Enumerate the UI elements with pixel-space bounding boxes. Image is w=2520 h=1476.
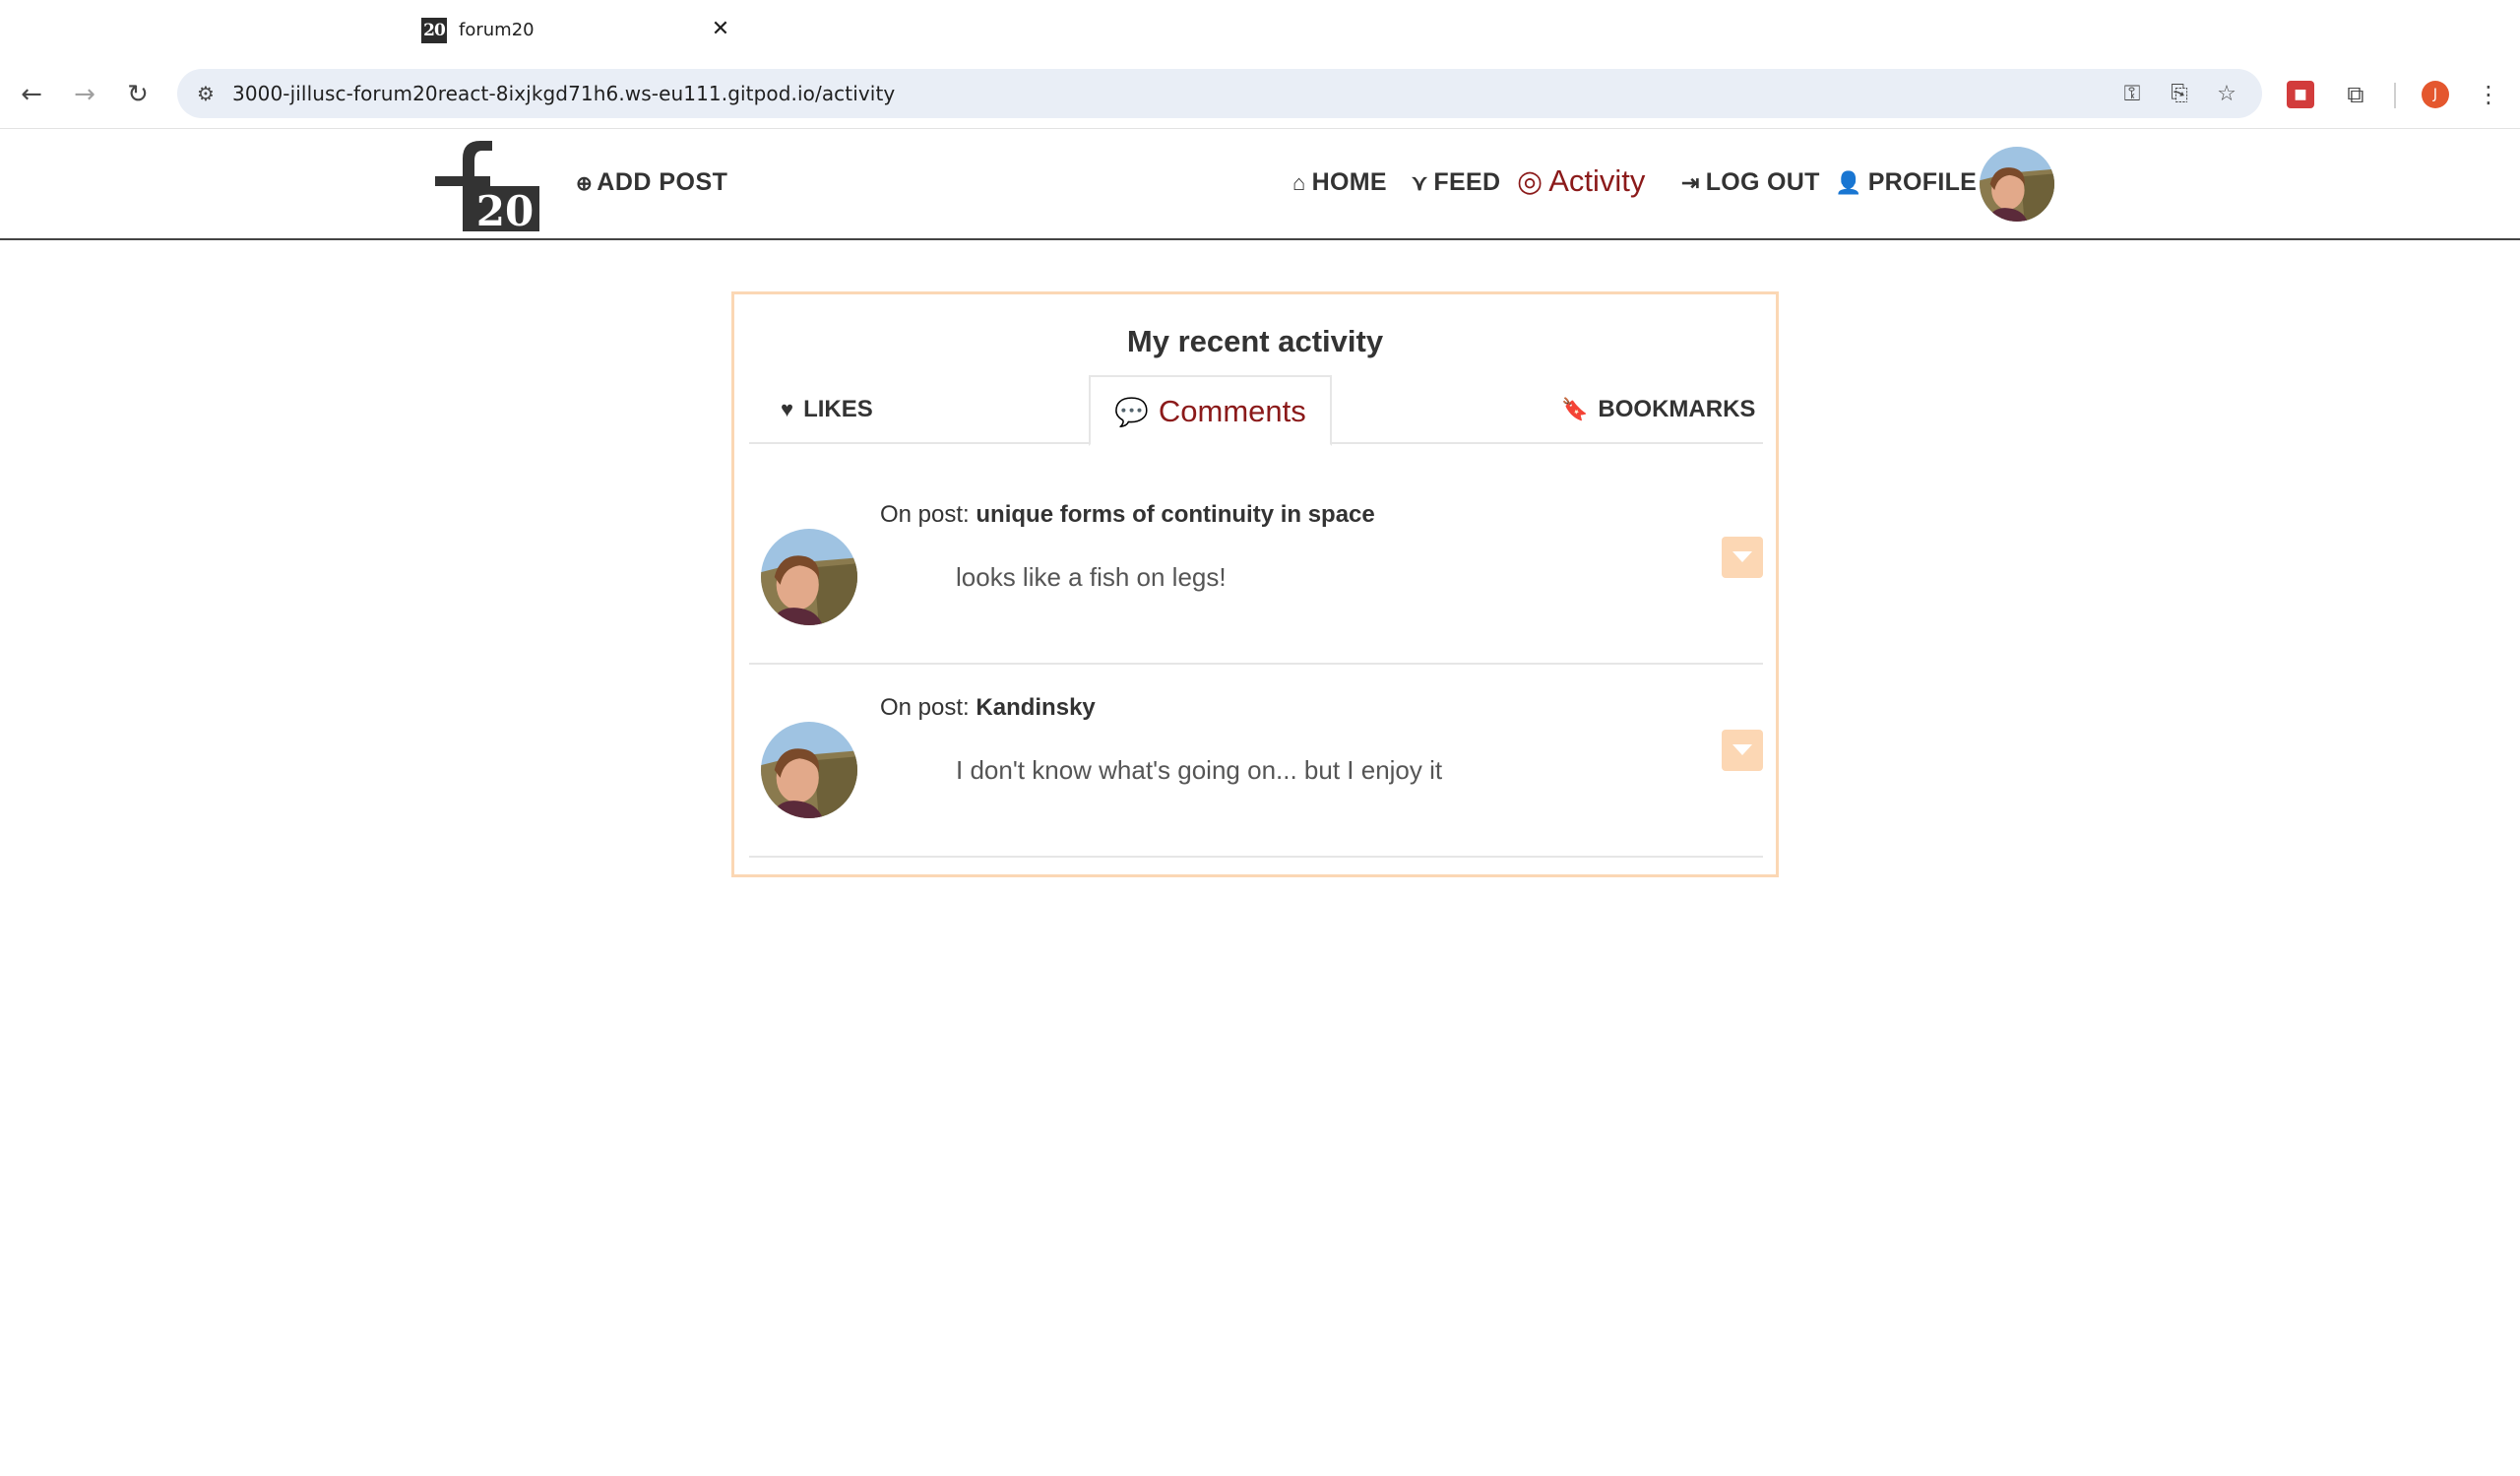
home-icon: ⌂ — [1292, 170, 1306, 195]
post-prefix: On post: — [880, 501, 970, 528]
plus-circle-icon: ⊕ — [576, 173, 594, 195]
list-item: On post: unique forms of continuity in s… — [749, 472, 1763, 665]
comment-icon: 💬 — [1114, 397, 1149, 427]
forward-icon[interactable]: → — [65, 75, 104, 114]
avatar[interactable] — [761, 722, 857, 818]
browser-tabstrip: 20 forum20 ✕ — [0, 0, 2520, 61]
browser-menu-icon[interactable]: ⋮ — [2471, 77, 2506, 112]
add-post-link[interactable]: ⊕ ADD POST — [576, 168, 727, 197]
list-item: On post: Kandinsky I don't know what's g… — [749, 665, 1763, 858]
activity-card: My recent activity ♥ LIKES 💬 Comments 🔖 BOO… — [731, 291, 1779, 877]
browser-profile-avatar[interactable]: J — [2422, 81, 2449, 108]
logout-icon: ⇥ — [1681, 170, 1700, 195]
address-bar[interactable]: ⚙ 3000-jillusc-forum20react-8ixjkgd71h6.… — [177, 69, 2262, 118]
page-title: My recent activity — [1126, 324, 1384, 358]
extensions-puzzle-icon[interactable]: ⧉ — [2338, 77, 2373, 112]
post-title-link[interactable]: unique forms of continuity in space — [976, 501, 1374, 528]
bookmark-icon: 🔖 — [1561, 397, 1589, 421]
install-app-icon[interactable]: ⎘ — [2164, 79, 2195, 110]
extension-icon[interactable]: ■ — [2287, 81, 2314, 108]
dropdown-toggle-button[interactable] — [1722, 730, 1763, 771]
target-icon: ◎ — [1517, 165, 1544, 198]
site-info-icon[interactable]: ⚙ — [191, 79, 220, 108]
tab-close-icon[interactable]: ✕ — [707, 16, 734, 43]
back-icon[interactable]: ← — [12, 75, 51, 114]
browser-toolbar: ← → ↻ ⚙ 3000-jillusc-forum20react-8ixjkg… — [0, 61, 2520, 128]
bookmark-star-icon[interactable]: ☆ — [2211, 79, 2242, 110]
toolbar-divider — [2394, 83, 2396, 108]
tab-bookmarks[interactable]: 🔖 BOOKMARKS — [1561, 375, 1755, 444]
nav-home[interactable]: ⌂ HOME — [1292, 168, 1387, 197]
nav-feed-label: FEED — [1433, 168, 1501, 196]
reload-icon[interactable]: ↻ — [118, 75, 158, 114]
tab-bookmarks-label: BOOKMARKS — [1598, 396, 1756, 422]
navbar-avatar[interactable] — [1980, 147, 2054, 222]
nav-profile-label: PROFILE — [1867, 168, 1978, 196]
avatar[interactable] — [761, 529, 857, 625]
nav-activity[interactable]: ◎ Activity — [1517, 163, 1645, 199]
dropdown-toggle-button[interactable] — [1722, 537, 1763, 578]
post-reference: On post: Kandinsky — [880, 694, 1096, 722]
nav-feed[interactable]: ⋎ FEED — [1412, 168, 1500, 197]
feed-icon: ⋎ — [1412, 170, 1428, 195]
user-icon: 👤 — [1835, 170, 1862, 195]
nav-logout-label: LOG OUT — [1705, 168, 1820, 196]
post-prefix: On post: — [880, 694, 970, 721]
password-key-icon[interactable]: ⚿ — [2116, 79, 2148, 110]
tab-likes[interactable]: ♥ LIKES — [781, 375, 873, 444]
browser-tab[interactable]: 20 forum20 ✕ — [402, 10, 752, 61]
heart-icon: ♥ — [781, 397, 794, 421]
tab-comments[interactable]: 💬 Comments — [1089, 375, 1332, 446]
url-text[interactable]: 3000-jillusc-forum20react-8ixjkgd71h6.ws… — [232, 69, 895, 118]
post-title-link[interactable]: Kandinsky — [976, 694, 1095, 721]
forum20-logo[interactable]: 20 — [435, 137, 539, 231]
comment-text: I don't know what's going on... but I en… — [956, 755, 1443, 785]
nav-home-label: HOME — [1311, 168, 1387, 196]
nav-logout[interactable]: ⇥ LOG OUT — [1681, 168, 1820, 197]
svg-text:20: 20 — [476, 187, 534, 231]
nav-profile[interactable]: 👤 PROFILE — [1835, 168, 1977, 197]
tab-favicon-icon: 20 — [421, 18, 447, 43]
tab-comments-label: Comments — [1158, 394, 1306, 428]
add-post-label: ADD POST — [597, 168, 728, 196]
tab-likes-label: LIKES — [803, 396, 873, 422]
nav-activity-label: Activity — [1548, 163, 1646, 198]
activity-tabs: ♥ LIKES 💬 Comments 🔖 BOOKMARKS — [749, 375, 1763, 446]
tab-title: forum20 — [459, 20, 535, 40]
site-navbar: 20 ⊕ ADD POST ⌂ HOME ⋎ FEED ◎ Activity ⇥ LOG … — [0, 129, 2520, 240]
comment-text: looks like a fish on legs! — [956, 562, 1227, 592]
post-reference: On post: unique forms of continuity in s… — [880, 501, 1375, 529]
